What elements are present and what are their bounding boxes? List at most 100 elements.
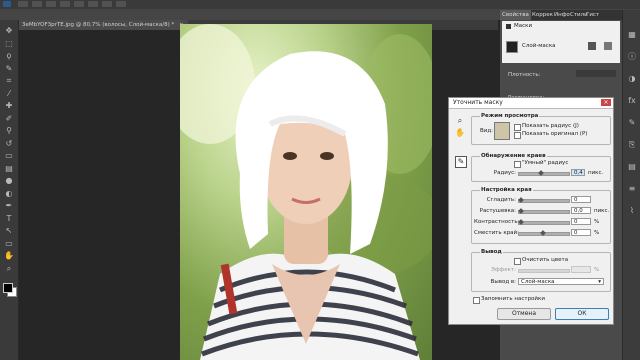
path-select-icon[interactable]: ↖ <box>4 226 14 236</box>
paths-icon[interactable]: ⌇ <box>627 206 637 216</box>
marquee-icon[interactable]: ⬚ <box>4 39 14 49</box>
canvas-photo[interactable] <box>180 24 432 360</box>
clone-stamp-icon[interactable]: ⚲ <box>4 126 14 136</box>
dialog-title: Уточнить маску <box>453 99 503 106</box>
view-label: Вид: <box>480 128 494 134</box>
pixel-mask-button[interactable] <box>588 42 596 50</box>
view-mode-heading: Режим просмотра <box>480 113 540 119</box>
gradient-icon[interactable]: ▤ <box>4 164 14 174</box>
adjust-row-label: Сгладить: <box>486 197 516 203</box>
amount-input <box>571 266 591 273</box>
density-field[interactable] <box>576 70 616 77</box>
styles-icon[interactable]: fx <box>627 96 637 106</box>
close-icon[interactable]: × <box>601 99 611 106</box>
panel-tab[interactable]: Свойства <box>500 10 531 20</box>
adjust-row-slider[interactable] <box>518 197 570 203</box>
type-icon[interactable]: T <box>4 214 14 224</box>
clone-source-icon[interactable]: ⎘ <box>627 140 637 150</box>
radius-input[interactable]: 0,4 <box>571 169 585 176</box>
decontaminate-checkbox[interactable] <box>514 258 521 265</box>
adjust-row-input[interactable]: 0 <box>571 218 591 225</box>
channels-icon[interactable]: ≡ <box>627 184 637 194</box>
adjust-row-input[interactable]: 0 <box>571 196 591 203</box>
adjust-row-label: Растушевка: <box>479 208 516 214</box>
history-brush-icon[interactable]: ↺ <box>4 139 14 149</box>
adjust-row-slider-knob[interactable] <box>518 197 524 203</box>
panel-tabs: Свойства Коррек Инфо Стили Гист <box>500 10 622 20</box>
move-icon[interactable]: ✥ <box>4 26 14 36</box>
radius-slider-knob[interactable] <box>538 170 544 176</box>
shape-icon[interactable]: ▭ <box>4 239 14 249</box>
zoom-tool-icon[interactable]: ⌕ <box>455 116 465 126</box>
adjust-row-slider[interactable] <box>518 219 570 225</box>
foreground-color-swatch[interactable] <box>3 283 13 293</box>
view-mode-group: Режим просмотра Вид: Показать радиус (J)… <box>471 113 611 145</box>
info-icon[interactable]: ⓘ <box>627 52 637 62</box>
adjust-row-slider[interactable] <box>518 208 570 214</box>
zoom-icon[interactable]: ⌕ <box>4 264 14 274</box>
hand-tool-icon[interactable]: ✋ <box>455 128 465 138</box>
menu-item[interactable] <box>18 1 28 7</box>
lasso-icon[interactable]: ϙ <box>4 51 14 61</box>
show-radius-checkbox[interactable] <box>514 124 521 131</box>
pen-icon[interactable]: ✒ <box>4 201 14 211</box>
output-to-select[interactable]: Слой-маска ▾ <box>518 278 604 285</box>
menu-item[interactable] <box>60 1 70 7</box>
adjust-row-unit: пикс. <box>594 208 610 214</box>
menu-item[interactable] <box>74 1 84 7</box>
eraser-icon[interactable]: ▭ <box>4 151 14 161</box>
adjust-row-input[interactable]: 0 <box>571 229 591 236</box>
output-heading: Вывод <box>480 249 503 255</box>
refine-radius-tool-icon[interactable]: ✎ <box>455 156 467 168</box>
cancel-button[interactable]: Отмена <box>497 308 551 320</box>
eyedropper-icon[interactable]: ⁄ <box>4 89 14 99</box>
document-tab-title: 3eMbYOF3prTE.jpg @ 80,7% (волосы, Слой-м… <box>22 22 175 28</box>
quick-select-icon[interactable]: ✎ <box>4 64 14 74</box>
menu-item[interactable] <box>32 1 42 7</box>
brush-preset-icon[interactable]: ✎ <box>627 118 637 128</box>
adjust-icon[interactable]: ◑ <box>627 74 637 84</box>
show-original-label: Показать оригинал (P) <box>522 131 588 137</box>
dodge-icon[interactable]: ◐ <box>4 189 14 199</box>
adjust-row-slider[interactable] <box>518 230 570 236</box>
vector-mask-button[interactable] <box>604 42 612 50</box>
adjust-row-label: Сместить край: <box>474 230 519 236</box>
ok-button[interactable]: ОК <box>555 308 609 320</box>
menu-item[interactable] <box>88 1 98 7</box>
menu-item[interactable] <box>116 1 126 7</box>
hand-icon[interactable]: ✋ <box>4 251 14 261</box>
view-thumbnail-dropdown[interactable] <box>494 122 510 140</box>
radius-unit: пикс. <box>588 170 604 176</box>
adjust-row-slider-knob[interactable] <box>518 208 524 214</box>
refine-mask-dialog: Уточнить маску × ⌕ ✋ ✎ Режим просмотра Вид… <box>448 97 614 325</box>
blur-icon[interactable]: ● <box>4 176 14 186</box>
masks-panel: Маски Слой-маска <box>502 21 620 63</box>
histogram-icon[interactable]: ▦ <box>627 30 637 40</box>
remember-settings-checkbox[interactable] <box>473 297 480 304</box>
output-group: Вывод Очистить цвета Эффект: % Вывод в: … <box>471 249 611 292</box>
amount-unit: % <box>594 267 600 273</box>
healing-brush-icon[interactable]: ✚ <box>4 101 14 111</box>
show-original-checkbox[interactable] <box>514 132 521 139</box>
menu-item[interactable] <box>102 1 112 7</box>
smart-radius-label: "Умный" радиус <box>522 160 569 166</box>
chevron-down-icon: ▾ <box>598 279 601 285</box>
crop-icon[interactable]: ⌗ <box>4 76 14 86</box>
menu-bar <box>0 0 640 9</box>
adjust-row-input[interactable]: 0,0 <box>571 207 591 214</box>
layers-icon[interactable]: ▤ <box>627 162 637 172</box>
smart-radius-checkbox[interactable] <box>514 161 521 168</box>
panel-tab[interactable]: Гист <box>584 10 601 20</box>
edge-detection-group: Обнаружение краев "Умный" радиус Радиус:… <box>471 153 611 182</box>
adjust-row-slider-knob[interactable] <box>540 230 546 236</box>
masks-heading: Маски <box>514 23 533 29</box>
radius-label: Радиус: <box>493 170 516 176</box>
layer-mask-thumb[interactable] <box>506 41 518 53</box>
edge-detection-heading: Обнаружение краев <box>480 153 547 159</box>
menu-item[interactable] <box>46 1 56 7</box>
adjust-row-slider-knob[interactable] <box>518 219 524 225</box>
amount-slider <box>518 269 570 273</box>
brush-icon[interactable]: ✐ <box>4 114 14 124</box>
document-tab[interactable]: 3eMbYOF3prTE.jpg @ 80,7% (волосы, Слой-м… <box>18 20 188 30</box>
radius-slider[interactable] <box>518 170 570 176</box>
